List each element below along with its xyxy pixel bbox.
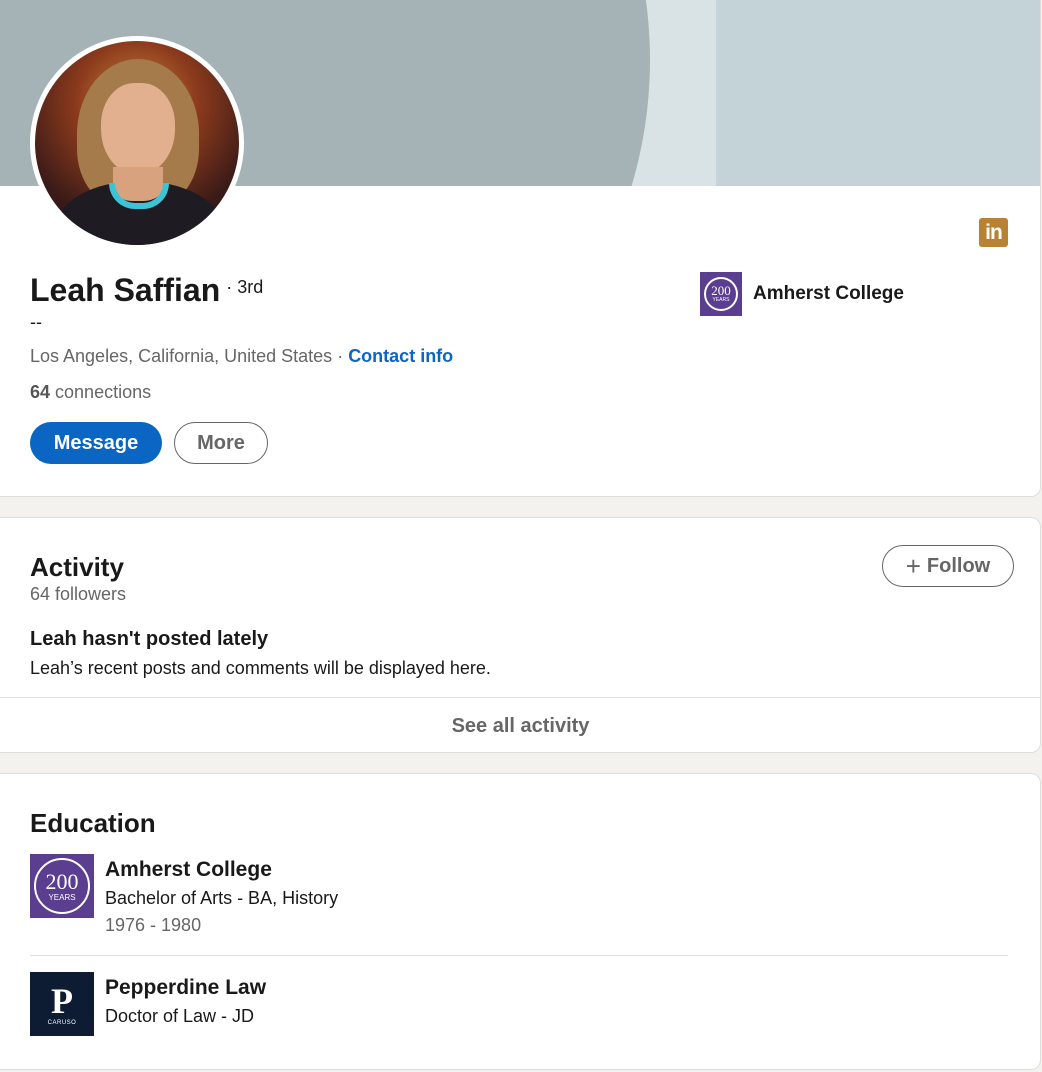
- amherst-logo-ring: 200 YEARS: [34, 858, 90, 914]
- connections-count[interactable]: 64 connections: [30, 382, 151, 403]
- amherst-logo-icon: 200 YEARS: [30, 854, 94, 918]
- education-degree: Doctor of Law - JD: [105, 1006, 255, 1026]
- pepperdine-logo-letter: P: [51, 981, 73, 1021]
- activity-empty-description: Leah’s recent posts and comments will be…: [30, 658, 491, 678]
- profile-avatar[interactable]: [30, 36, 244, 250]
- amherst-logo-ring: 200 YEARS: [704, 277, 738, 311]
- location-separator: ·: [332, 346, 349, 366]
- amherst-logo-sub: YEARS: [48, 892, 76, 902]
- amherst-logo-number: 200: [711, 283, 731, 298]
- education-school: Amherst College: [105, 858, 272, 881]
- profile-card: in Leah Saffian · 3rd -- Los Angeles, Ca…: [0, 0, 1041, 497]
- profile-headline: --: [30, 312, 42, 332]
- follow-button[interactable]: + Follow: [882, 545, 1014, 587]
- pepperdine-logo-icon: P CARUSO: [30, 972, 94, 1036]
- amherst-logo-sub: YEARS: [712, 297, 730, 303]
- avatar-photo: [35, 41, 239, 245]
- see-all-activity-button[interactable]: See all activity: [0, 697, 1040, 752]
- name-row: Leah Saffian · 3rd: [30, 272, 263, 309]
- contact-info-link[interactable]: Contact info: [348, 346, 453, 366]
- education-card: Education 200 YEARS Amherst College Bach…: [0, 773, 1041, 1070]
- location-row: Los Angeles, California, United States ·…: [30, 346, 453, 367]
- education-item[interactable]: 200 YEARS Amherst College Bachelor of Ar…: [30, 854, 338, 938]
- education-divider: [30, 955, 1008, 956]
- profile-name: Leah Saffian: [30, 272, 221, 308]
- top-education-name: Amherst College: [753, 283, 904, 304]
- education-text: Amherst College Bachelor of Arts - BA, H…: [105, 854, 338, 938]
- profile-location: Los Angeles, California, United States: [30, 346, 333, 366]
- more-button[interactable]: More: [174, 422, 268, 464]
- education-text: Pepperdine Law Doctor of Law - JD: [105, 972, 266, 1036]
- pepperdine-logo-sub: CARUSO: [47, 1020, 77, 1026]
- activity-empty-title: Leah hasn't posted lately: [30, 628, 269, 650]
- education-item[interactable]: P CARUSO Pepperdine Law Doctor of Law - …: [30, 972, 266, 1036]
- education-years: 1976 - 1980: [105, 915, 202, 935]
- avatar-face: [101, 83, 175, 175]
- amherst-logo-number: 200: [45, 868, 79, 894]
- linkedin-icon[interactable]: in: [979, 218, 1008, 247]
- connection-degree: · 3rd: [226, 277, 264, 297]
- plus-icon: +: [905, 551, 921, 581]
- education-title: Education: [30, 808, 156, 838]
- connections-label: connections: [50, 382, 152, 402]
- activity-card: Activity 64 followers + Follow Leah hasn…: [0, 517, 1041, 753]
- followers-count: 64 followers: [30, 584, 127, 604]
- activity-title: Activity: [30, 552, 124, 582]
- connections-number: 64: [30, 382, 51, 402]
- follow-label: Follow: [926, 554, 991, 577]
- amherst-logo-icon: 200 YEARS: [700, 272, 742, 316]
- message-button[interactable]: Message: [30, 422, 162, 464]
- education-degree: Bachelor of Arts - BA, History: [105, 888, 339, 908]
- education-school: Pepperdine Law: [105, 976, 267, 999]
- top-education-link[interactable]: 200 YEARS Amherst College: [700, 272, 904, 316]
